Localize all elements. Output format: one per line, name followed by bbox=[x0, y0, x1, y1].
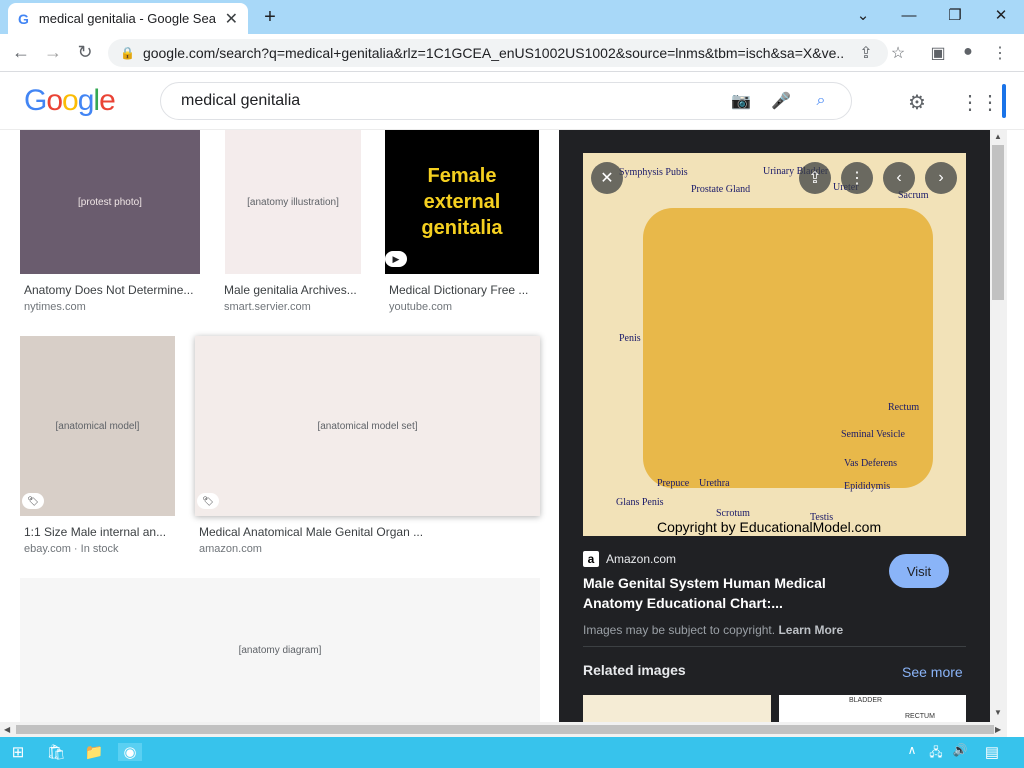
scroll-up-icon[interactable]: ▲ bbox=[994, 132, 1002, 141]
result-source: smart.servier.com bbox=[224, 301, 311, 313]
result-thumbnail[interactable]: [anatomical model] bbox=[20, 336, 175, 516]
price-tag-icon: 🏷 bbox=[22, 493, 44, 509]
file-explorer-icon[interactable]: 📁 bbox=[82, 743, 106, 761]
search-query[interactable]: medical genitalia bbox=[181, 92, 721, 110]
lock-icon: 🔒 bbox=[120, 46, 135, 60]
tray-chevron-icon[interactable]: ∧ bbox=[900, 743, 924, 757]
close-window-button[interactable]: ✕ bbox=[978, 0, 1024, 30]
video-play-icon: ▶ bbox=[385, 251, 407, 267]
result-thumbnail[interactable]: [anatomical model set] bbox=[195, 336, 540, 516]
volume-icon[interactable]: 🔊 bbox=[948, 743, 972, 757]
address-bar[interactable]: 🔒 google.com/search?q=medical+genitalia&… bbox=[108, 39, 888, 67]
network-icon[interactable]: 🖧 bbox=[924, 743, 948, 764]
menu-kebab-icon[interactable]: ⋮ bbox=[990, 43, 1010, 63]
preview-image[interactable]: Symphysis Pubis Urinary Bladder Ureter S… bbox=[583, 153, 966, 536]
microphone-icon[interactable]: 🎤 bbox=[761, 91, 801, 111]
bookmark-star-icon[interactable]: ☆ bbox=[888, 43, 908, 63]
google-favicon-icon: G bbox=[18, 10, 29, 27]
image-preview-panel: Symphysis Pubis Urinary Bladder Ureter S… bbox=[559, 130, 990, 722]
profile-icon[interactable]: ● bbox=[958, 43, 978, 61]
result-title[interactable]: 1:1 Size Male internal an... bbox=[24, 525, 166, 539]
tab-title: medical genitalia - Google Sea bbox=[38, 11, 216, 26]
related-images-heading: Related images bbox=[583, 662, 686, 678]
settings-gear-icon[interactable]: ⚙ bbox=[908, 90, 926, 115]
windows-taskbar: ⊞ 🛍 📁 ◉ ∧ 🖧 🔊 ▤ bbox=[0, 737, 1024, 768]
close-tab-icon[interactable]: ✕ bbox=[225, 9, 238, 29]
previous-image-icon[interactable]: ‹ bbox=[883, 162, 915, 194]
thumbnail-text: Female external genitalia bbox=[421, 165, 503, 239]
notification-icon[interactable]: ▤ bbox=[980, 743, 1004, 761]
horizontal-scroll-thumb[interactable] bbox=[16, 725, 994, 734]
sign-in-button-edge[interactable] bbox=[1002, 84, 1006, 118]
result-thumbnail[interactable]: Female external genitalia bbox=[385, 130, 539, 274]
amazon-icon: a bbox=[583, 551, 599, 567]
search-input[interactable]: medical genitalia 📷 🎤 ⌕ bbox=[160, 82, 852, 120]
result-source: amazon.com bbox=[199, 543, 262, 555]
share-icon[interactable]: ⇪ bbox=[856, 43, 876, 63]
side-panel-icon[interactable]: ▣ bbox=[928, 43, 948, 63]
browser-tab[interactable]: G medical genitalia - Google Sea ✕ bbox=[8, 3, 248, 34]
copyright-note: Images may be subject to copyright. Lear… bbox=[583, 623, 844, 637]
close-preview-icon[interactable]: ✕ bbox=[591, 162, 623, 194]
visit-button[interactable]: Visit bbox=[889, 554, 949, 588]
back-arrow-icon[interactable]: ← bbox=[10, 42, 32, 63]
result-thumbnail[interactable]: [protest photo] bbox=[20, 130, 200, 274]
result-source: youtube.com bbox=[389, 301, 452, 313]
windows-start-icon[interactable]: ⊞ bbox=[6, 743, 30, 761]
browser-titlebar: G medical genitalia - Google Sea ✕ + ⌄ —… bbox=[0, 0, 1024, 34]
anatomy-illustration bbox=[643, 208, 933, 488]
more-options-icon[interactable]: ⋮ bbox=[841, 162, 873, 194]
google-header: Google medical genitalia 📷 🎤 ⌕ ⚙ ⋮⋮ bbox=[0, 72, 1024, 130]
restore-button[interactable]: ❐ bbox=[932, 0, 978, 30]
see-more-link[interactable]: See more bbox=[902, 664, 963, 680]
result-title[interactable]: Medical Dictionary Free ... bbox=[389, 283, 528, 297]
scroll-left-icon[interactable]: ◀ bbox=[4, 725, 10, 734]
tab-search-chevron-icon[interactable]: ⌄ bbox=[840, 0, 886, 30]
scroll-down-icon[interactable]: ▼ bbox=[994, 708, 1002, 717]
share-icon[interactable]: ⇪ bbox=[799, 162, 831, 194]
result-title[interactable]: Anatomy Does Not Determine... bbox=[24, 283, 193, 297]
url-text: google.com/search?q=medical+genitalia&rl… bbox=[142, 45, 843, 61]
apps-grid-icon[interactable]: ⋮⋮ bbox=[960, 90, 1000, 115]
related-image-thumbnail[interactable] bbox=[583, 695, 771, 722]
minimize-button[interactable]: — bbox=[886, 0, 932, 30]
result-thumbnail[interactable]: [anatomy diagram] bbox=[20, 578, 540, 722]
divider bbox=[583, 646, 966, 647]
price-tag-icon: 🏷 bbox=[197, 493, 219, 509]
result-source: nytimes.com bbox=[24, 301, 86, 313]
google-logo[interactable]: Google bbox=[24, 84, 116, 118]
result-title[interactable]: Male genitalia Archives... bbox=[224, 283, 357, 297]
browser-toolbar: ← → ↻ 🔒 google.com/search?q=medical+geni… bbox=[0, 34, 1024, 72]
chrome-icon[interactable]: ◉ bbox=[118, 743, 142, 761]
reload-icon[interactable]: ↻ bbox=[74, 42, 96, 63]
result-title[interactable]: Medical Anatomical Male Genital Organ ..… bbox=[199, 525, 423, 539]
preview-title[interactable]: Male Genital System Human Medical Anatom… bbox=[583, 573, 873, 613]
preview-source[interactable]: Amazon.com bbox=[606, 552, 676, 566]
result-thumbnail[interactable]: [anatomy illustration] bbox=[225, 130, 361, 274]
result-source: ebay.com · In stock bbox=[24, 543, 119, 555]
learn-more-link[interactable]: Learn More bbox=[778, 623, 843, 637]
camera-icon[interactable]: 📷 bbox=[721, 91, 761, 111]
new-tab-button[interactable]: + bbox=[260, 6, 280, 29]
scroll-right-icon[interactable]: ▶ bbox=[995, 725, 1001, 734]
vertical-scroll-thumb[interactable] bbox=[992, 145, 1004, 300]
store-icon[interactable]: 🛍 bbox=[44, 743, 68, 761]
next-image-icon[interactable]: › bbox=[925, 162, 957, 194]
related-image-thumbnail[interactable]: BLADDER RECTUM bbox=[779, 695, 966, 722]
forward-arrow-icon[interactable]: → bbox=[42, 42, 64, 63]
search-icon[interactable]: ⌕ bbox=[801, 92, 841, 110]
